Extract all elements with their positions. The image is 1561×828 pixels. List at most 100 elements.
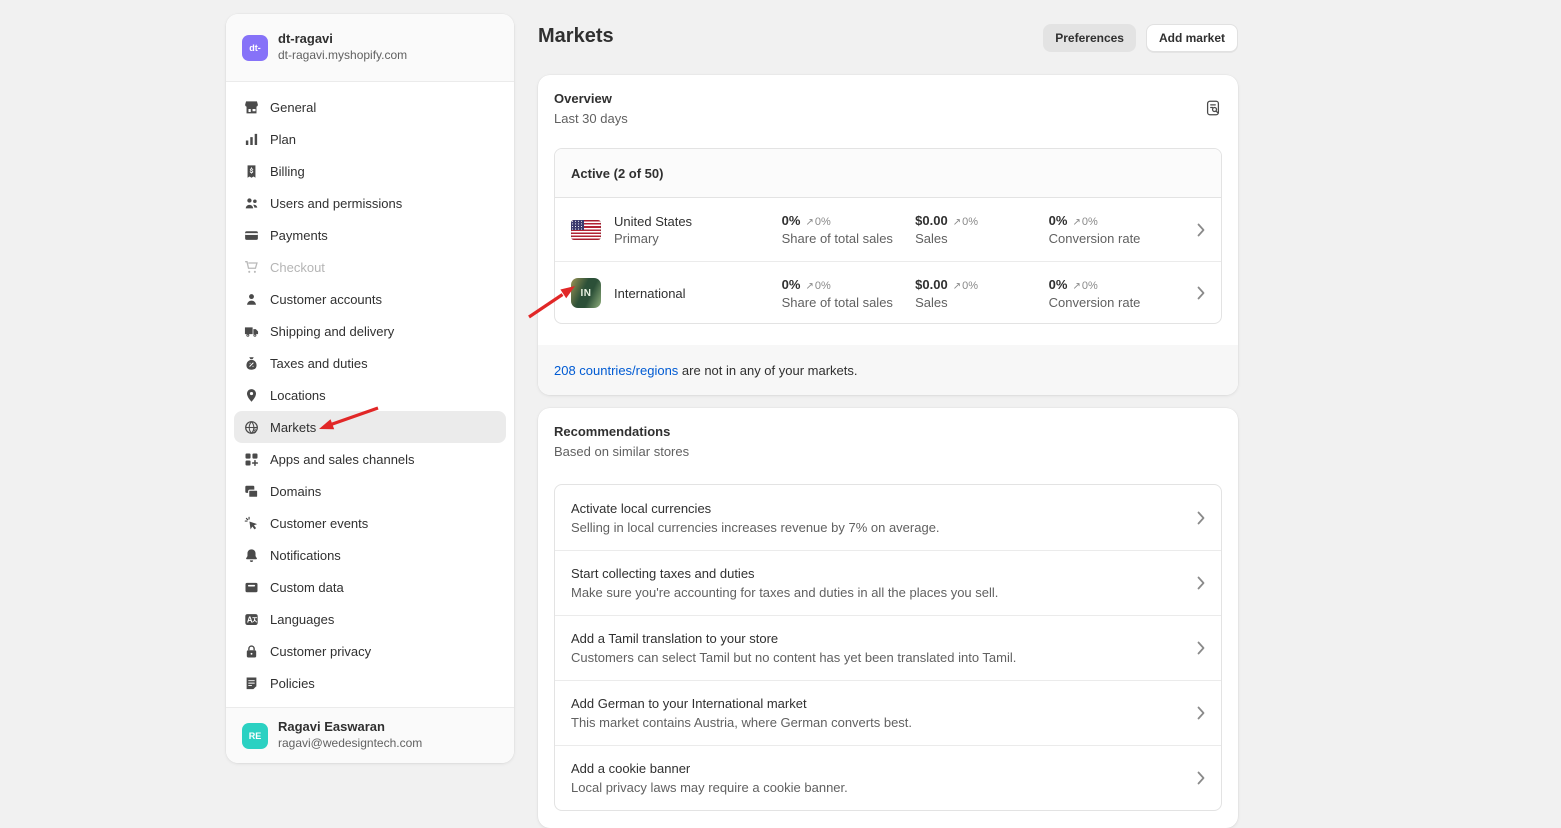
bell-icon: [242, 547, 260, 563]
reco-item-tamil-translation[interactable]: Add a Tamil translation to your store Cu…: [555, 615, 1221, 680]
sidebar-item-users-and-permissions[interactable]: Users and permissions: [234, 187, 506, 219]
sales-delta: 0%: [962, 216, 978, 228]
sidebar-item-customer-accounts[interactable]: Customer accounts: [234, 283, 506, 315]
sidebar-item-payments[interactable]: Payments: [234, 219, 506, 251]
overview-footer: 208 countries/regions are not in any of …: [538, 345, 1238, 395]
page-title: Markets: [538, 25, 614, 48]
chevron-right-icon: [1197, 771, 1205, 785]
sidebar-item-policies[interactable]: Policies: [234, 667, 506, 699]
reco-item-german-international[interactable]: Add German to your International market …: [555, 680, 1221, 745]
cart-icon: [242, 259, 260, 275]
sidebar-item-custom-data[interactable]: Custom data: [234, 571, 506, 603]
user-name: Ragavi Easwaran: [278, 719, 422, 736]
store-domain: dt-ragavi.myshopify.com: [278, 48, 407, 64]
credit-card-icon: [242, 227, 260, 243]
view-report-icon[interactable]: [1204, 99, 1222, 120]
conversion-label: Conversion rate: [1049, 231, 1197, 246]
chevron-right-icon: [1197, 223, 1205, 237]
share-delta: 0%: [815, 280, 831, 292]
overview-title: Overview: [554, 91, 628, 106]
sales-delta: 0%: [962, 280, 978, 292]
overview-card: Overview Last 30 days Active (2 of 50) U…: [538, 75, 1238, 395]
share-delta: 0%: [815, 216, 831, 228]
globe-dollar-icon: $: [242, 419, 260, 435]
sidebar-item-general[interactable]: General: [234, 91, 506, 123]
sidebar-item-markets[interactable]: $ Markets: [234, 411, 506, 443]
market-row-international[interactable]: IN International 0% ↗0% Share of total s…: [555, 261, 1221, 324]
header-actions: Preferences Add market: [1048, 24, 1238, 52]
conversion-stat: 0% ↗0% Conversion rate: [1049, 213, 1197, 246]
sidebar-item-plan[interactable]: Plan: [234, 123, 506, 155]
reco-title: Add German to your International market: [571, 696, 912, 711]
market-name: International: [614, 286, 686, 301]
sidebar-item-apps-and-sales-channels[interactable]: Apps and sales channels: [234, 443, 506, 475]
active-markets-header: Active (2 of 50): [555, 149, 1221, 198]
sidebar-item-locations[interactable]: Locations: [234, 379, 506, 411]
sidebar-item-shipping-and-delivery[interactable]: Shipping and delivery: [234, 315, 506, 347]
countries-regions-link[interactable]: 208 countries/regions: [554, 363, 678, 378]
trend-up-icon: ↗: [1072, 281, 1080, 292]
reco-item-cookie-banner[interactable]: Add a cookie banner Local privacy laws m…: [555, 745, 1221, 810]
add-market-button[interactable]: Add market: [1146, 24, 1238, 52]
user-account-footer: RE Ragavi Easwaran ragavi@wedesigntech.c…: [226, 707, 514, 763]
trend-up-icon: ↗: [953, 217, 961, 228]
market-row-united-states[interactable]: United States Primary 0% ↗0% Share of to…: [555, 198, 1221, 261]
reco-description: Customers can select Tamil but no conten…: [571, 650, 1016, 665]
us-flag-icon: [571, 220, 601, 240]
sidebar-item-checkout[interactable]: Checkout: [234, 251, 506, 283]
reco-description: Selling in local currencies increases re…: [571, 520, 940, 535]
users-icon: [242, 195, 260, 211]
translate-icon: A: [242, 611, 260, 627]
sidebar-item-customer-privacy[interactable]: Customer privacy: [234, 635, 506, 667]
share-stat: 0% ↗0% Share of total sales: [782, 213, 916, 246]
settings-nav: General Plan Billing Users and permissio…: [226, 82, 514, 708]
sidebar-item-languages[interactable]: A Languages: [234, 603, 506, 635]
chevron-right-icon: [1197, 576, 1205, 590]
sales-label: Sales: [915, 295, 1049, 310]
sidebar-item-customer-events[interactable]: Customer events: [234, 507, 506, 539]
recommendations-header: Recommendations Based on similar stores: [554, 424, 689, 459]
document-icon: [242, 675, 260, 691]
market-primary-badge: Primary: [614, 231, 692, 246]
store-icon: [242, 99, 260, 115]
sales-stat: $0.00 ↗0% Sales: [915, 213, 1049, 246]
sidebar-item-billing[interactable]: Billing: [234, 155, 506, 187]
receipt-icon: [242, 163, 260, 179]
overview-footer-text: are not in any of your markets.: [678, 363, 857, 378]
conversion-delta: 0%: [1082, 280, 1098, 292]
truck-icon: [242, 323, 260, 339]
sidebar-item-notifications[interactable]: Notifications: [234, 539, 506, 571]
settings-sidebar: dt- dt-ragavi dt-ragavi.myshopify.com Ge…: [226, 14, 514, 763]
domains-icon: [242, 483, 260, 499]
money-bag-icon: [242, 355, 260, 371]
reco-description: Make sure you're accounting for taxes an…: [571, 585, 998, 600]
store-avatar: dt-: [242, 35, 268, 61]
chevron-right-icon: [1197, 286, 1205, 300]
person-icon: [242, 291, 260, 307]
user-avatar-initials: RE: [249, 731, 262, 741]
store-header: dt- dt-ragavi dt-ragavi.myshopify.com: [226, 14, 514, 82]
chevron-right-icon: [1197, 641, 1205, 655]
trend-up-icon: ↗: [953, 281, 961, 292]
reco-title: Start collecting taxes and duties: [571, 566, 998, 581]
conversion-stat: 0% ↗0% Conversion rate: [1049, 277, 1197, 310]
conversion-delta: 0%: [1082, 216, 1098, 228]
reco-item-local-currencies[interactable]: Activate local currencies Selling in loc…: [555, 485, 1221, 550]
market-name: United States: [614, 214, 692, 229]
overview-subtitle: Last 30 days: [554, 111, 628, 126]
apps-grid-icon: [242, 451, 260, 467]
sidebar-item-domains[interactable]: Domains: [234, 475, 506, 507]
sales-value: $0.00: [915, 213, 948, 228]
active-markets-table: Active (2 of 50) United States Primary 0…: [554, 148, 1222, 324]
svg-text:$: $: [252, 427, 256, 434]
share-stat: 0% ↗0% Share of total sales: [782, 277, 916, 310]
reco-item-taxes-duties[interactable]: Start collecting taxes and duties Make s…: [555, 550, 1221, 615]
reco-title: Add a cookie banner: [571, 761, 848, 776]
store-avatar-initials: dt-: [249, 43, 261, 53]
user-email: ragavi@wedesigntech.com: [278, 736, 422, 752]
preferences-button[interactable]: Preferences: [1043, 24, 1136, 52]
sidebar-item-taxes-and-duties[interactable]: Taxes and duties: [234, 347, 506, 379]
trend-up-icon: ↗: [805, 217, 813, 228]
reco-title: Activate local currencies: [571, 501, 940, 516]
conversion-label: Conversion rate: [1049, 295, 1197, 310]
